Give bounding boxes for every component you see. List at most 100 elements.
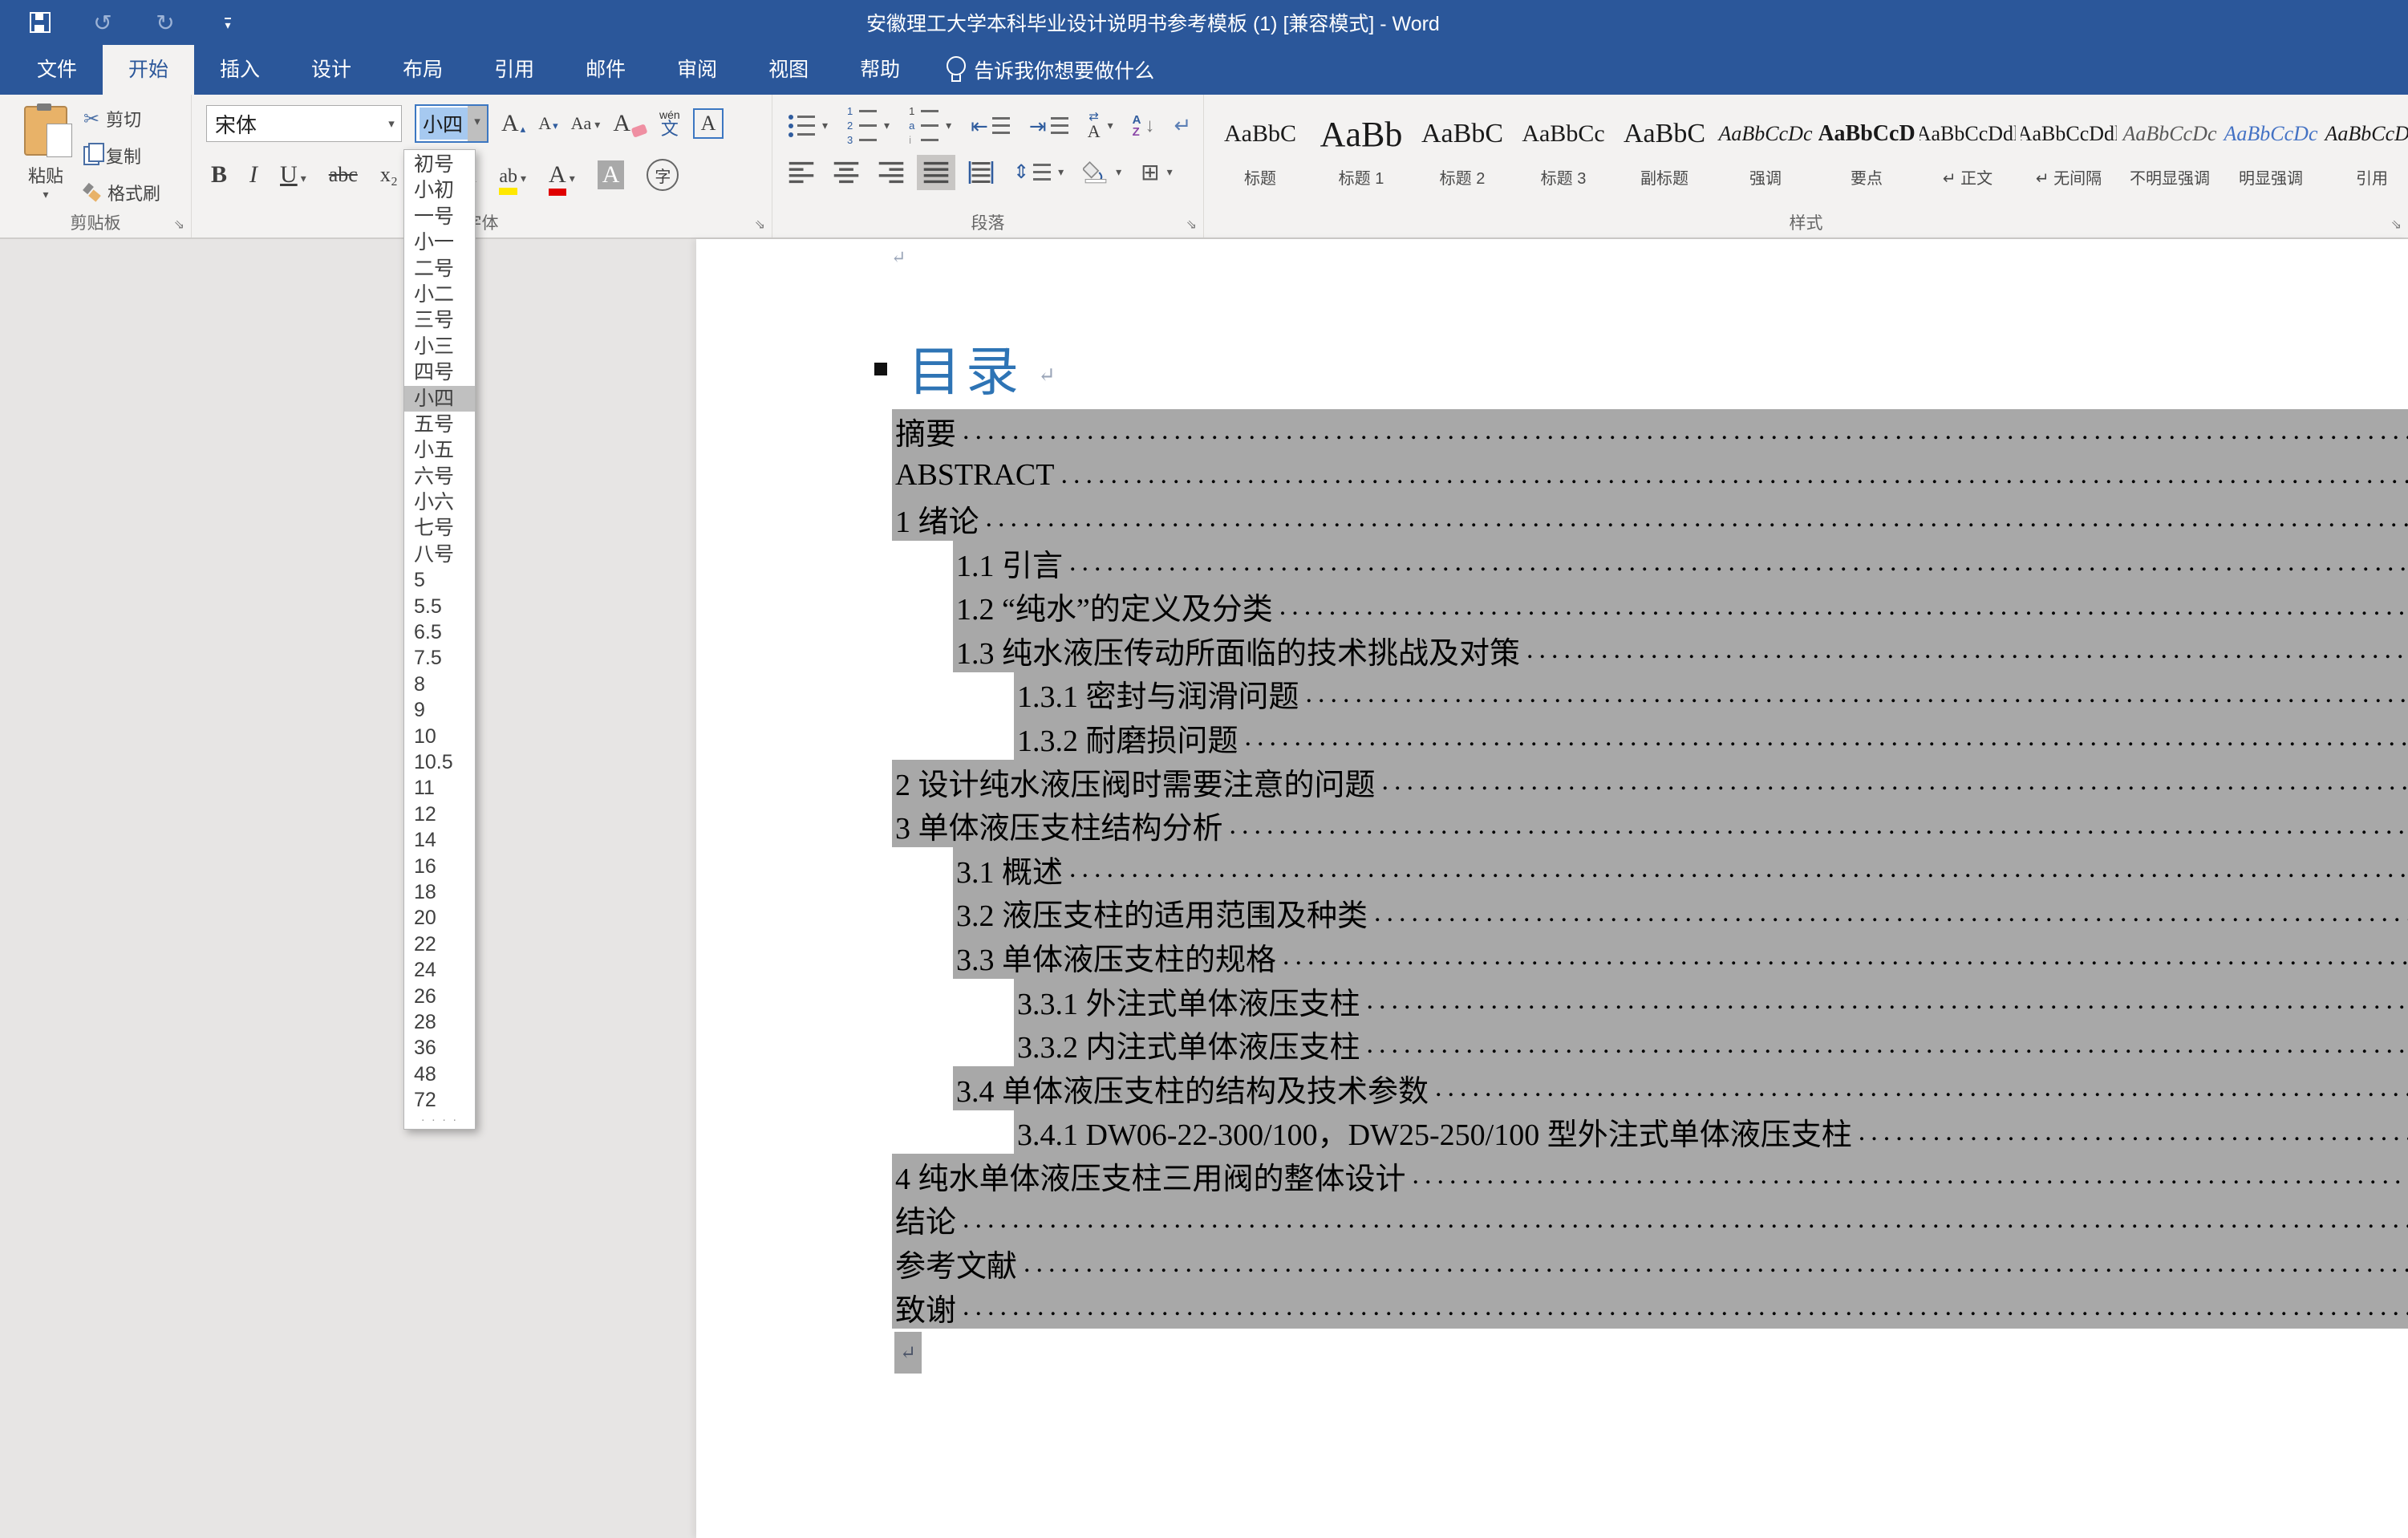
underline-button[interactable]: U▾ xyxy=(280,160,306,189)
font-size-option[interactable]: 7.5 xyxy=(404,645,475,671)
ribbon-tab[interactable]: 插入 xyxy=(194,45,286,95)
font-size-option[interactable]: 36 xyxy=(404,1035,475,1061)
toc-entry[interactable]: 摘要 I xyxy=(892,409,2212,453)
font-size-option[interactable]: 16 xyxy=(404,854,475,879)
tell-me-box[interactable]: 告诉我你想要做什么 xyxy=(926,45,1174,95)
toc-entry[interactable]: 1 绪论 7 xyxy=(892,497,2212,541)
toc-entry[interactable]: 3.2 液压支柱的适用范围及种类 8 xyxy=(892,891,2212,935)
grow-font-button[interactable]: A▴ xyxy=(501,112,525,136)
justify-button[interactable] xyxy=(917,155,955,190)
bold-button[interactable]: B xyxy=(211,160,227,189)
shrink-font-button[interactable]: A▾ xyxy=(538,115,557,132)
font-size-option[interactable]: 小四 xyxy=(404,386,475,412)
character-shading-button[interactable]: A xyxy=(598,160,625,189)
style-gallery-item[interactable]: AaBbCcD 要点 xyxy=(1818,106,1915,189)
font-size-option[interactable]: 小初 xyxy=(404,177,475,203)
asian-layout-button[interactable]: ⇄A ▾ xyxy=(1088,111,1113,140)
phonetic-guide-button[interactable]: wén 文 xyxy=(659,109,680,138)
toc-entry[interactable]: 1.3 纯水液压传动所面临的技术挑战及对策 7 xyxy=(892,628,2212,672)
toc-entry[interactable]: 4 纯水单体液压支柱三用阀的整体设计 9 xyxy=(892,1154,2212,1198)
copy-button[interactable]: 复制 xyxy=(83,143,160,168)
align-center-button[interactable] xyxy=(833,161,859,184)
ribbon-tab[interactable]: 文件 xyxy=(11,45,103,95)
style-gallery-item[interactable]: AaBbCc 标题 3 xyxy=(1515,106,1611,189)
paragraph-dialog-launcher[interactable]: ⇘ xyxy=(1186,217,1197,233)
font-color-button[interactable]: A▾ xyxy=(549,160,575,189)
change-case-button[interactable]: Aa▾ xyxy=(571,115,601,132)
ribbon-tab[interactable]: 开始 xyxy=(103,45,194,95)
italic-button[interactable]: I xyxy=(249,160,257,189)
show-hide-marks-button[interactable]: ↵ xyxy=(1174,113,1191,138)
undo-button[interactable]: ↺ xyxy=(87,6,119,39)
font-size-option[interactable]: 初号 xyxy=(404,152,475,177)
ribbon-tab[interactable]: 视图 xyxy=(743,45,834,95)
toc-entry[interactable]: 致谢 11 xyxy=(892,1285,2212,1329)
font-size-option[interactable]: 14 xyxy=(404,827,475,853)
bullets-button[interactable]: ▾ xyxy=(788,115,828,137)
font-size-option[interactable]: 20 xyxy=(404,905,475,931)
font-size-option[interactable]: 12 xyxy=(404,801,475,827)
redo-button[interactable]: ↻ xyxy=(149,6,181,39)
toc-entry[interactable]: ABSTRACT II xyxy=(892,453,2212,497)
toc-entry[interactable]: 1.1 引言 7 xyxy=(892,541,2212,585)
toc-entry[interactable]: 1.3.2 耐磨损问题 8 xyxy=(892,716,2212,760)
toc-entry[interactable]: 结论 9 xyxy=(892,1198,2212,1242)
font-name-combo[interactable]: 宋体 ▾ xyxy=(206,105,402,142)
style-gallery-item[interactable]: AaBbCcDc 强调 xyxy=(1717,106,1814,189)
toc-entry[interactable]: 3.4 单体液压支柱的结构及技术参数 9 xyxy=(892,1066,2212,1110)
font-dialog-launcher[interactable]: ⇘ xyxy=(755,217,765,233)
style-gallery-item[interactable]: AaBbC 副标题 xyxy=(1616,106,1713,189)
clipboard-dialog-launcher[interactable]: ⇘ xyxy=(174,217,184,233)
font-size-option[interactable]: 小三 xyxy=(404,334,475,359)
ribbon-tab[interactable]: 布局 xyxy=(377,45,468,95)
font-size-option[interactable]: 10 xyxy=(404,724,475,749)
toc-entry[interactable]: 3.3.1 外注式单体液压支柱 9 xyxy=(892,979,2212,1023)
font-size-option[interactable]: 一号 xyxy=(404,204,475,229)
toc-entry[interactable]: 1.2 “纯水”的定义及分类 7 xyxy=(892,584,2212,628)
subscript-button[interactable]: x₂ xyxy=(380,162,398,187)
resize-grip-icon[interactable]: · · · · xyxy=(404,1113,475,1127)
font-size-option[interactable]: 5 xyxy=(404,567,475,593)
style-gallery-item[interactable]: AaBbC 标题 xyxy=(1212,106,1308,189)
borders-button[interactable]: ⊞▾ xyxy=(1141,159,1173,185)
multilevel-list-button[interactable]: 1 a i ▾ xyxy=(909,106,951,145)
font-size-option[interactable]: 10.5 xyxy=(404,749,475,775)
toc-entry[interactable]: 3.3.2 内注式单体液压支柱 9 xyxy=(892,1022,2212,1066)
style-gallery-item[interactable]: AaBbCcDdl ↵ 无间隔 xyxy=(2021,106,2117,189)
sort-button[interactable]: AZ ↓ xyxy=(1133,114,1155,138)
font-size-option[interactable]: 二号 xyxy=(404,256,475,282)
cut-button[interactable]: ✂ 剪切 xyxy=(83,106,160,132)
font-size-option[interactable]: 八号 xyxy=(404,542,475,567)
font-size-option[interactable]: 48 xyxy=(404,1061,475,1087)
font-size-option[interactable]: 小一 xyxy=(404,229,475,255)
ribbon-tab[interactable]: 引用 xyxy=(468,45,560,95)
font-size-option[interactable]: 六号 xyxy=(404,464,475,489)
style-gallery-item[interactable]: AaBbCcDc 不明显强调 xyxy=(2122,106,2218,189)
font-size-option[interactable]: 72 xyxy=(404,1087,475,1113)
font-size-option[interactable]: 5.5 xyxy=(404,594,475,619)
style-gallery-item[interactable]: AaBbCcDc 引用 xyxy=(2324,106,2408,189)
style-gallery-item[interactable]: AaBbC 标题 2 xyxy=(1414,106,1510,189)
font-size-combo[interactable]: 小四 ▾ xyxy=(415,104,488,143)
toc-heading[interactable]: 目录↵ xyxy=(908,329,1056,406)
font-size-option[interactable]: 18 xyxy=(404,879,475,905)
style-gallery-item[interactable]: AaBbCcDdl ↵ 正文 xyxy=(1920,106,2016,189)
toc-entry[interactable]: 3.1 概述 8 xyxy=(892,847,2212,891)
align-right-button[interactable] xyxy=(878,161,904,184)
font-size-option[interactable]: 小六 xyxy=(404,489,475,515)
toc-entry[interactable]: 参考文献 10 xyxy=(892,1241,2212,1285)
shading-button[interactable]: ▾ xyxy=(1083,161,1121,184)
font-size-option[interactable]: 6.5 xyxy=(404,619,475,645)
font-size-option[interactable]: 26 xyxy=(404,984,475,1009)
font-size-option[interactable]: 三号 xyxy=(404,307,475,333)
font-size-option[interactable]: 22 xyxy=(404,931,475,957)
font-size-option[interactable]: 小五 xyxy=(404,437,475,463)
font-size-option[interactable]: 五号 xyxy=(404,412,475,437)
decrease-indent-button[interactable]: ⇤ xyxy=(971,116,1010,136)
toc-entry[interactable]: 3 单体液压支柱结构分析 8 xyxy=(892,803,2212,847)
paste-button[interactable]: 粘贴 ▾ xyxy=(10,103,82,204)
enclose-characters-button[interactable]: 字 xyxy=(647,159,679,191)
numbering-button[interactable]: 1 2 3 ▾ xyxy=(847,106,890,145)
font-size-option[interactable]: 小二 xyxy=(404,282,475,307)
font-size-option[interactable]: 24 xyxy=(404,957,475,983)
